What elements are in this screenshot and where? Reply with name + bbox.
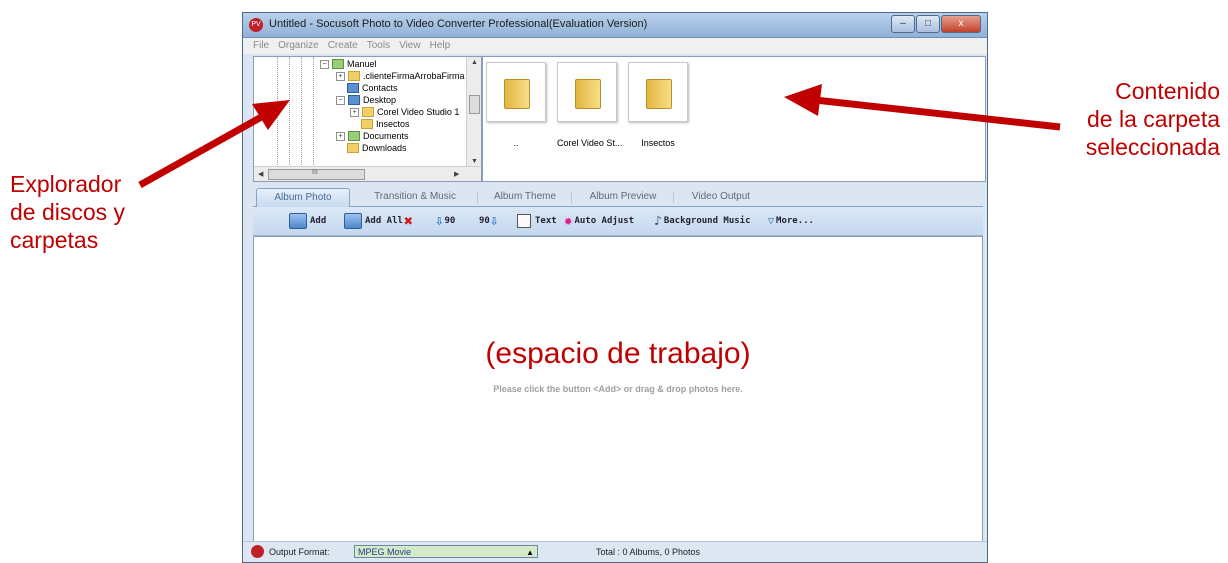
annotation-arrows [138,84,1061,189]
arrow-to-contents [814,96,1061,131]
arrow-to-tree [138,111,267,189]
arrow-head-tree [252,100,290,130]
arrow-head-contents [784,84,822,116]
